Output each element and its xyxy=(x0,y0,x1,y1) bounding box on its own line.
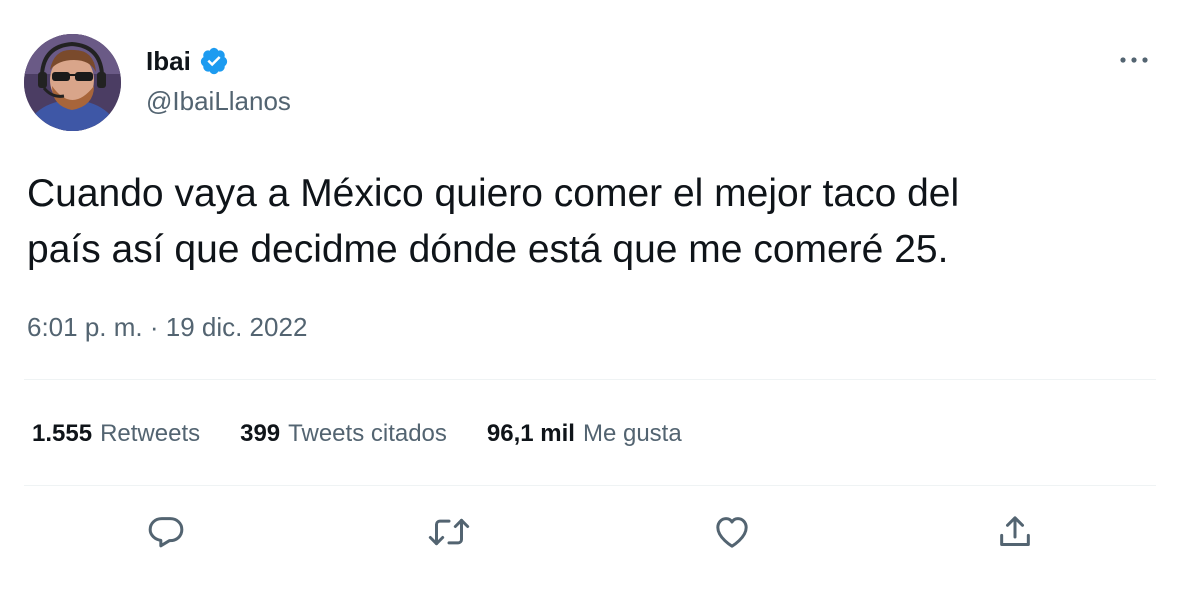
retweet-button[interactable] xyxy=(421,504,477,560)
timestamp: 6:01 p. m. · 19 dic. 2022 xyxy=(27,310,307,344)
likes-label: Me gusta xyxy=(582,420,682,447)
reply-button[interactable] xyxy=(138,504,194,560)
divider xyxy=(24,379,1156,380)
timestamp-time[interactable]: 6:01 p. m. xyxy=(27,310,143,344)
like-button[interactable] xyxy=(704,504,760,560)
more-options-icon[interactable] xyxy=(1116,46,1152,74)
share-icon xyxy=(999,516,1030,546)
quote-tweets-label: Tweets citados xyxy=(288,420,447,447)
tweet-text-line-1: Cuando vaya a México quiero comer el mej… xyxy=(27,172,960,215)
tweet-text: Cuando vaya a México quiero comer el mej… xyxy=(27,166,1137,278)
retweets-stat[interactable]: 1.555 Retweets xyxy=(32,420,200,448)
tweet-text-line-2: país así que decidme dónde está que me c… xyxy=(27,228,949,271)
divider xyxy=(24,485,1156,486)
like-icon xyxy=(715,517,748,548)
author-handle[interactable]: @IbaiLlanos xyxy=(146,84,291,118)
display-name[interactable]: Ibai xyxy=(146,46,191,77)
engagement-stats: 1.555 Retweets 399 Tweets citados 96,1 m… xyxy=(32,414,682,454)
retweets-count: 1.555 xyxy=(32,420,93,447)
likes-stat[interactable]: 96,1 mil Me gusta xyxy=(487,420,682,448)
quote-tweets-count: 399 xyxy=(240,420,281,447)
avatar[interactable] xyxy=(24,34,121,131)
retweet-icon xyxy=(428,518,469,546)
retweets-label: Retweets xyxy=(100,420,201,447)
action-bar xyxy=(24,500,1156,564)
timestamp-date[interactable]: 19 dic. 2022 xyxy=(166,310,308,344)
likes-count: 96,1 mil xyxy=(486,420,575,447)
verified-badge-icon xyxy=(199,46,229,76)
reply-icon xyxy=(148,517,183,548)
quote-tweets-stat[interactable]: 399 Tweets citados xyxy=(240,420,447,448)
author-name-row: Ibai xyxy=(146,42,229,80)
share-button[interactable] xyxy=(987,504,1043,560)
timestamp-separator: · xyxy=(142,312,166,342)
